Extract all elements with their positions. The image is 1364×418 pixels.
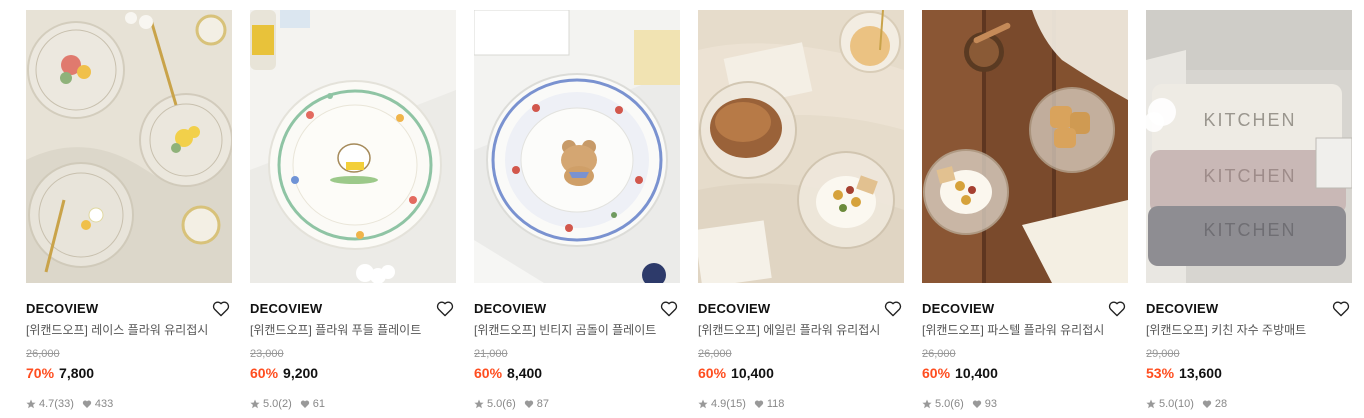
- rating-value: 5.0: [935, 398, 951, 410]
- product-title[interactable]: [위캔드오프] 빈티지 곰돌이 플레이트: [474, 322, 680, 338]
- original-price: 21,000: [474, 348, 508, 360]
- product-card[interactable]: DECOVIEW [위캔드오프] 에일린 플라워 유리접시 26,000 60%…: [698, 10, 904, 410]
- heart-filled-icon: [300, 399, 310, 409]
- heart-outline-icon[interactable]: [884, 300, 902, 317]
- star-icon: [698, 399, 708, 409]
- discount-rate: 53%: [1146, 365, 1175, 381]
- original-price: 29,000: [1146, 348, 1180, 360]
- product-image-eileen-flower-glass-plate[interactable]: [698, 10, 904, 283]
- product-card[interactable]: KITCHEN KITCHEN KITCHEN DECOVIEW [위캔드오프]…: [1146, 10, 1352, 410]
- like-count: 118: [766, 398, 785, 410]
- brand-name[interactable]: DECOVIEW: [250, 299, 456, 319]
- discount-rate: 60%: [474, 365, 503, 381]
- heart-outline-icon[interactable]: [436, 300, 454, 317]
- product-image-vintage-bear-plate[interactable]: [474, 10, 680, 283]
- heart-outline-icon[interactable]: [1108, 300, 1126, 317]
- review-count: (2): [278, 398, 292, 410]
- product-image-pastel-flower-glass-plate[interactable]: [922, 10, 1128, 283]
- rating-value: 5.0: [263, 398, 279, 410]
- rating-value: 4.7: [39, 398, 55, 410]
- star-icon: [1146, 399, 1156, 409]
- star-icon: [922, 399, 932, 409]
- sale-price: 13,600: [1179, 365, 1222, 381]
- heart-outline-icon[interactable]: [212, 300, 230, 317]
- sale-price: 10,400: [731, 365, 774, 381]
- product-stats: 5.0 (2) 61: [250, 397, 456, 411]
- product-title[interactable]: [위캔드오프] 플라워 푸들 플레이트: [250, 322, 456, 338]
- product-image-flower-poodle-plate[interactable]: [250, 10, 456, 283]
- brand-name[interactable]: DECOVIEW: [698, 299, 904, 319]
- product-title[interactable]: [위캔드오프] 레이스 플라워 유리접시: [26, 322, 232, 338]
- sale-price: 9,200: [283, 365, 319, 381]
- star-icon: [474, 399, 484, 409]
- discount-rate: 60%: [698, 365, 727, 381]
- like-count: 61: [312, 398, 325, 410]
- product-title[interactable]: [위캔드오프] 파스텔 플라워 유리접시: [922, 322, 1128, 338]
- brand-name[interactable]: DECOVIEW: [922, 299, 1128, 319]
- kitchen-mat-text: KITCHEN: [1203, 220, 1296, 240]
- sale-price: 7,800: [59, 365, 95, 381]
- product-title[interactable]: [위캔드오프] 키친 자수 주방매트: [1146, 322, 1352, 338]
- discount-rate: 70%: [26, 365, 55, 381]
- like-count: 87: [536, 398, 549, 410]
- sale-price: 8,400: [507, 365, 543, 381]
- original-price: 26,000: [922, 348, 956, 360]
- product-stats: 5.0 (6) 93: [922, 397, 1128, 411]
- review-count: (10): [1174, 398, 1194, 410]
- heart-outline-icon[interactable]: [660, 300, 678, 317]
- heart-filled-icon: [972, 399, 982, 409]
- rating-value: 5.0: [487, 398, 503, 410]
- product-stats: 4.7 (33) 433: [26, 397, 232, 411]
- product-card[interactable]: DECOVIEW [위캔드오프] 파스텔 플라워 유리접시 26,000 60%…: [922, 10, 1128, 410]
- original-price: 26,000: [698, 348, 732, 360]
- like-count: 93: [984, 398, 997, 410]
- product-stats: 4.9 (15) 118: [698, 397, 904, 411]
- original-price: 23,000: [250, 348, 284, 360]
- brand-name[interactable]: DECOVIEW: [26, 299, 232, 319]
- heart-filled-icon: [82, 399, 92, 409]
- product-stats: 5.0 (10) 28: [1146, 397, 1352, 411]
- original-price: 26,000: [26, 348, 60, 360]
- heart-outline-icon[interactable]: [1332, 300, 1350, 317]
- brand-name[interactable]: DECOVIEW: [1146, 299, 1352, 319]
- star-icon: [250, 399, 260, 409]
- product-card[interactable]: DECOVIEW [위캔드오프] 플라워 푸들 플레이트 23,000 60% 9…: [250, 10, 456, 410]
- product-title[interactable]: [위캔드오프] 에일린 플라워 유리접시: [698, 322, 904, 338]
- kitchen-mat-text: KITCHEN: [1203, 110, 1296, 130]
- product-card[interactable]: DECOVIEW [위캔드오프] 빈티지 곰돌이 플레이트 21,000 60%…: [474, 10, 680, 410]
- heart-filled-icon: [524, 399, 534, 409]
- heart-filled-icon: [754, 399, 764, 409]
- brand-name[interactable]: DECOVIEW: [474, 299, 680, 319]
- like-count: 28: [1214, 398, 1228, 410]
- review-count: (15): [726, 398, 746, 410]
- star-icon: [26, 399, 36, 409]
- kitchen-mat-text: KITCHEN: [1203, 166, 1296, 186]
- review-count: (6): [502, 398, 516, 410]
- rating-value: 5.0: [1159, 398, 1175, 410]
- rating-value: 4.9: [711, 398, 727, 410]
- product-card[interactable]: DECOVIEW [위캔드오프] 레이스 플라워 유리접시 26,000 70%…: [26, 10, 232, 410]
- discount-rate: 60%: [922, 365, 951, 381]
- discount-rate: 60%: [250, 365, 279, 381]
- review-count: (33): [54, 398, 74, 410]
- review-count: (6): [950, 398, 964, 410]
- product-stats: 5.0 (6) 87: [474, 397, 680, 411]
- product-image-kitchen-embroidery-mat[interactable]: KITCHEN KITCHEN KITCHEN: [1146, 10, 1352, 283]
- product-image-lace-flower-glass-plate[interactable]: [26, 10, 232, 283]
- heart-filled-icon: [1202, 399, 1212, 409]
- product-grid: DECOVIEW [위캔드오프] 레이스 플라워 유리접시 26,000 70%…: [0, 0, 1364, 418]
- sale-price: 10,400: [955, 365, 998, 381]
- like-count: 433: [94, 398, 114, 410]
